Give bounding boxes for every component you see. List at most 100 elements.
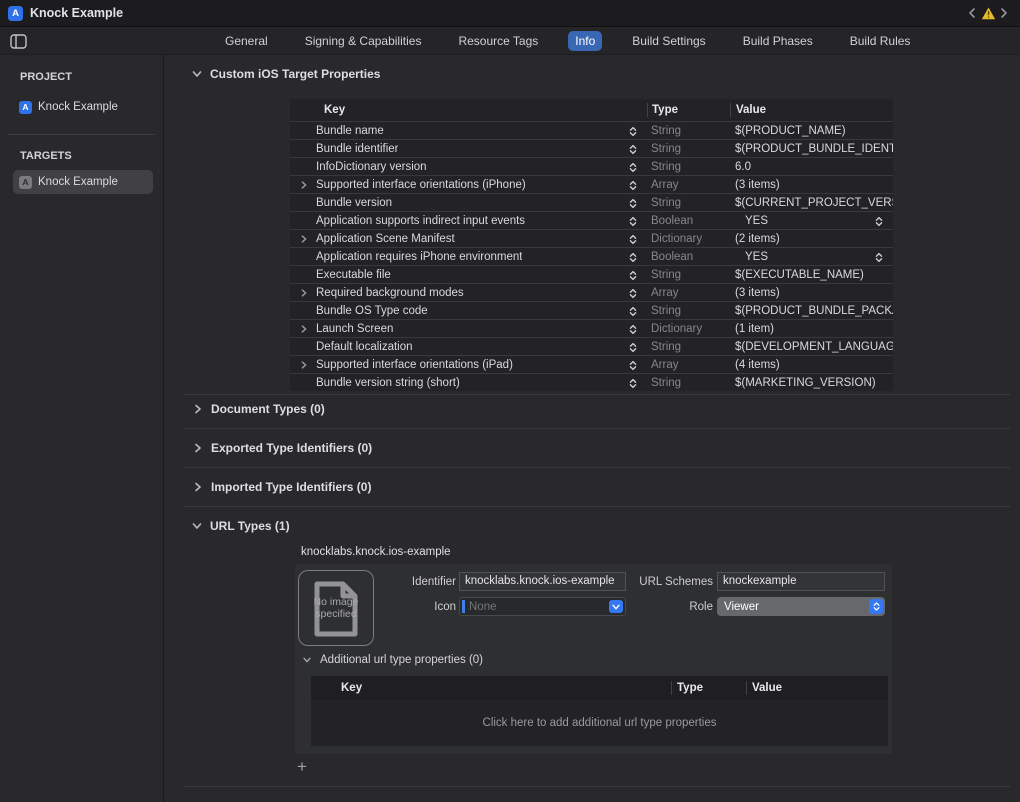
table-row[interactable]: Supported interface orientations (iPhone… (290, 175, 893, 193)
property-value[interactable]: $(EXECUTABLE_NAME) (730, 266, 893, 283)
key-stepper-icon[interactable] (627, 143, 639, 156)
table-row[interactable]: Application Scene Manifest Dictionary (2… (290, 229, 893, 247)
key-stepper-icon[interactable] (627, 233, 639, 246)
key-stepper-icon[interactable] (627, 287, 639, 300)
navigate-forward-icon[interactable] (996, 5, 1012, 21)
tab-build-rules[interactable]: Build Rules (843, 31, 918, 51)
role-popup-button[interactable] (869, 599, 883, 614)
property-type[interactable]: Dictionary (647, 323, 730, 335)
section-exported-type-identifiers[interactable]: Exported Type Identifiers (0) (192, 441, 372, 455)
property-type[interactable]: String (647, 143, 730, 155)
tab-info[interactable]: Info (568, 31, 602, 51)
property-type[interactable]: String (647, 269, 730, 281)
disclosure-right-icon[interactable] (299, 360, 309, 370)
warning-icon[interactable] (980, 5, 996, 21)
property-value[interactable]: (3 items) (730, 284, 893, 301)
role-popup[interactable]: Viewer (717, 597, 885, 616)
property-value[interactable]: (2 items) (730, 230, 893, 247)
property-key: Default localization (316, 341, 413, 353)
disclosure-right-icon[interactable] (299, 180, 309, 190)
value-stepper-icon[interactable] (873, 215, 885, 228)
icon-dropdown-button[interactable] (609, 600, 623, 613)
tab-build-settings[interactable]: Build Settings (625, 31, 712, 51)
key-stepper-icon[interactable] (627, 197, 639, 210)
sidebar-item-project[interactable]: A Knock Example (19, 97, 163, 117)
additional-properties-empty-row[interactable]: Click here to add additional url type pr… (311, 700, 888, 746)
url-schemes-field[interactable]: knockexample (717, 572, 885, 591)
table-row[interactable]: Application requires iPhone environment … (290, 247, 893, 265)
property-type[interactable]: String (647, 125, 730, 137)
table-row[interactable]: Default localization String $(DEVELOPMEN… (290, 337, 893, 355)
table-row[interactable]: Supported interface orientations (iPad) … (290, 355, 893, 373)
property-value[interactable]: (4 items) (730, 356, 893, 373)
property-value[interactable]: YES (730, 248, 893, 265)
window-titlebar: A Knock Example (0, 0, 1020, 27)
property-type[interactable]: Array (647, 359, 730, 371)
property-type[interactable]: String (647, 341, 730, 353)
property-value[interactable]: 6.0 (730, 158, 893, 175)
sidebar-item-target[interactable]: A Knock Example (13, 170, 153, 194)
key-stepper-icon[interactable] (627, 377, 639, 390)
table-row[interactable]: Bundle version string (short) String $(M… (290, 373, 893, 391)
key-stepper-icon[interactable] (627, 359, 639, 372)
property-type[interactable]: Array (647, 179, 730, 191)
section-custom-ios-target-properties[interactable]: Custom iOS Target Properties (191, 67, 380, 81)
table-row[interactable]: Application supports indirect input even… (290, 211, 893, 229)
property-type[interactable]: String (647, 305, 730, 317)
table-row[interactable]: Bundle version String $(CURRENT_PROJECT_… (290, 193, 893, 211)
table-row[interactable]: Executable file String $(EXECUTABLE_NAME… (290, 265, 893, 283)
property-type[interactable]: Boolean (647, 215, 730, 227)
key-stepper-icon[interactable] (627, 161, 639, 174)
section-imported-type-identifiers[interactable]: Imported Type Identifiers (0) (192, 480, 371, 494)
table-row[interactable]: Launch Screen Dictionary (1 item) (290, 319, 893, 337)
tab-signing-capabilities[interactable]: Signing & Capabilities (298, 31, 429, 51)
navigate-back-icon[interactable] (964, 5, 980, 21)
property-value[interactable]: $(PRODUCT_BUNDLE_PACKAGE_TYPE) (730, 302, 893, 319)
property-value[interactable]: $(PRODUCT_BUNDLE_IDENTIFIER) (730, 140, 893, 157)
key-stepper-icon[interactable] (627, 269, 639, 282)
property-type[interactable]: String (647, 377, 730, 389)
key-stepper-icon[interactable] (627, 305, 639, 318)
project-name-label: Knock Example (38, 101, 118, 113)
property-value[interactable]: YES (730, 212, 893, 229)
disclosure-right-icon[interactable] (299, 324, 309, 334)
sidebar-toggle-icon[interactable] (9, 33, 27, 49)
window-title: Knock Example (30, 6, 123, 20)
table-row[interactable]: InfoDictionary version String 6.0 (290, 157, 893, 175)
value-stepper-icon[interactable] (873, 251, 885, 264)
additional-url-properties-header[interactable]: Additional url type properties (0) (302, 654, 483, 666)
property-value[interactable]: $(DEVELOPMENT_LANGUAGE) (730, 338, 893, 355)
icon-dropdown[interactable]: None (459, 597, 626, 616)
table-row[interactable]: Bundle OS Type code String $(PRODUCT_BUN… (290, 301, 893, 319)
section-document-types[interactable]: Document Types (0) (192, 402, 325, 416)
key-stepper-icon[interactable] (627, 215, 639, 228)
property-type[interactable]: Array (647, 287, 730, 299)
property-value[interactable]: $(CURRENT_PROJECT_VERSION) (730, 194, 893, 211)
targets-section-header: TARGETS (20, 150, 163, 162)
key-stepper-icon[interactable] (627, 323, 639, 336)
disclosure-right-icon[interactable] (299, 234, 309, 244)
url-type-image-well[interactable]: No image specified (298, 570, 374, 646)
table-row[interactable]: Required background modes Array (3 items… (290, 283, 893, 301)
property-value[interactable]: (1 item) (730, 320, 893, 337)
property-type[interactable]: String (647, 161, 730, 173)
key-stepper-icon[interactable] (627, 179, 639, 192)
property-type[interactable]: String (647, 197, 730, 209)
disclosure-right-icon[interactable] (299, 288, 309, 298)
table-row[interactable]: Bundle identifier String $(PRODUCT_BUNDL… (290, 139, 893, 157)
key-stepper-icon[interactable] (627, 251, 639, 264)
property-value[interactable]: $(MARKETING_VERSION) (730, 374, 893, 391)
key-stepper-icon[interactable] (627, 125, 639, 138)
section-url-types[interactable]: URL Types (1) (191, 519, 290, 533)
tab-general[interactable]: General (218, 31, 275, 51)
property-value[interactable]: (3 items) (730, 176, 893, 193)
key-stepper-icon[interactable] (627, 341, 639, 354)
property-type[interactable]: Boolean (647, 251, 730, 263)
identifier-field[interactable]: knocklabs.knock.ios-example (459, 572, 626, 591)
tab-build-phases[interactable]: Build Phases (736, 31, 820, 51)
add-url-type-button[interactable]: + (292, 757, 312, 777)
property-value[interactable]: $(PRODUCT_NAME) (730, 122, 893, 139)
tab-resource-tags[interactable]: Resource Tags (451, 31, 545, 51)
property-type[interactable]: Dictionary (647, 233, 730, 245)
table-row[interactable]: Bundle name String $(PRODUCT_NAME) (290, 121, 893, 139)
